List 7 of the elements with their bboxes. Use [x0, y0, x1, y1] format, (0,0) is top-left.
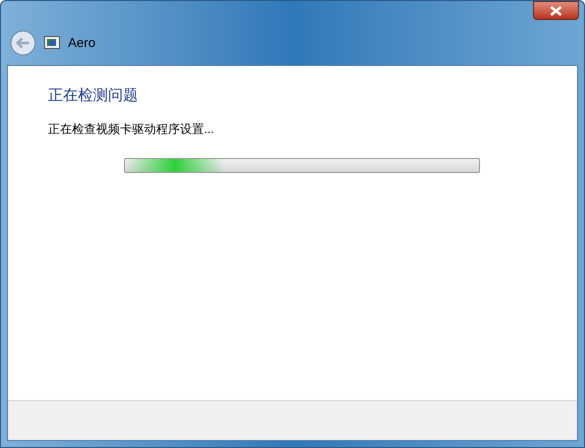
back-button[interactable]	[10, 30, 36, 56]
status-text: 正在检查视频卡驱动程序设置...	[48, 121, 216, 137]
window-title: Aero	[68, 34, 96, 52]
page-heading: 正在检测问题	[48, 86, 139, 106]
monitor-icon	[44, 36, 60, 50]
close-button[interactable]	[533, 1, 579, 20]
close-icon	[550, 6, 562, 16]
